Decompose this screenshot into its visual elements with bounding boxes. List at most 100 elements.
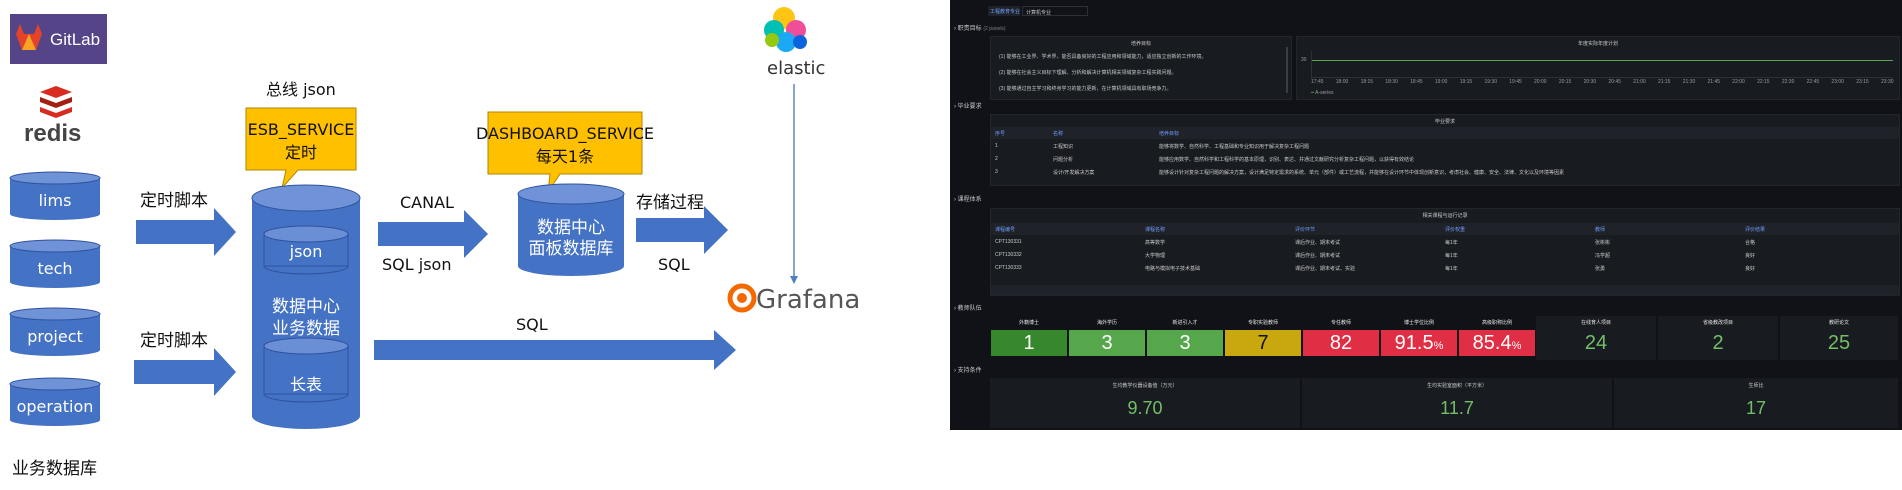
arrow-canal: CANAL SQL json [378,193,488,274]
db-label: tech [37,259,72,278]
col-header[interactable]: 课程名称 [1145,226,1165,233]
callout-line: ESB_SERVICE [248,120,355,140]
legend[interactable]: ━ A-series [1311,90,1333,96]
stat-label: 海外学历 [1096,320,1117,326]
x-tick: 20:30 [1583,79,1597,85]
stat-lab-area[interactable]: 生均实验室面积（平方米） 11.7 [1302,378,1612,428]
section-grad-header[interactable]: › 毕业要求 [954,101,982,110]
col-header[interactable]: 评价结果 [1745,226,1765,233]
stat-unit: % [1433,340,1444,352]
x-tick: 18:30 [1385,79,1398,85]
x-tick: 20:15 [1558,79,1572,85]
x-tick: 22:45 [1806,79,1820,85]
elastic-connector-head [790,276,798,284]
db-label: lims [39,191,72,210]
goal-item: (3) 能够通过自主学习和终身学习的能力更新，在计算机领域具有职场竞争力。 [999,86,1172,92]
cell: 大学物理 [1145,253,1166,259]
cell: 课后作业、期末考试 [1295,253,1341,259]
cell: 课后作业、期末考试、实验 [1295,266,1356,272]
filter-label: 工程教育专业 [988,6,1020,16]
cell: 1 [995,143,998,149]
stat-phd-ratio[interactable]: 91.5% 博士学位比例 [1380,316,1458,360]
teacher-stats: 1 外籍博士 3 海外学历 3 新进引入才 7 专职实验教师 82 专任教师 91.5% 博… [990,316,1898,360]
arrow-label: 定时脚本 [140,191,208,211]
stat-value: 1 [991,330,1067,356]
cell: 张彬彬 [1595,240,1611,246]
table-scrollbar[interactable] [991,285,1899,295]
section-goals-header[interactable]: › 职责目标 (2 panels) [954,23,1006,32]
stat-lab-teachers[interactable]: 7 专职实验教师 [1224,316,1302,360]
x-axis-ticks: 17:45 18:00 18:15 18:30 18:45 19:00 19:15 19:30… [1311,79,1894,87]
col-header[interactable]: 名称 [1053,130,1063,137]
section-support-header[interactable]: › 支持条件 [954,365,982,374]
stat-value: 85.4% [1459,330,1535,356]
stat-senior-ratio[interactable]: 85.4% 高级职称比例 [1458,316,1536,360]
col-header[interactable]: 评价权重 [1445,226,1465,233]
panel-title: 培养目标 [1130,41,1151,47]
callout-line: 定时 [285,143,317,162]
cell: 合格 [1745,240,1756,246]
grafana-dashboard: 工程教育专业 计算机专业 › 职责目标 (2 panels) 培养目标 (1) … [950,0,1902,430]
filter-select[interactable]: 计算机专业 [1022,6,1088,16]
section-teachers-header[interactable]: › 教师队伍 [954,303,982,312]
table-header: 课程编号 课程名称 评价环节 评价权重 教师 评价结果 [991,223,1899,235]
table-row: 2 问题分析 能够应用数学、自然科学和工程科学的基本原理，识别、表达、并通过文献… [991,153,1899,165]
stat-value: 2 [1659,330,1777,356]
col-header[interactable]: 培养目标 [1159,130,1179,137]
stat-label: 专任教师 [1330,320,1351,326]
x-tick: 19:45 [1509,79,1522,85]
redis-logo: redis [24,86,81,147]
center-db-line1: 数据中心 [272,297,340,317]
col-header[interactable]: 评价环节 [1295,226,1315,233]
x-tick: 18:00 [1335,79,1349,85]
stat-label: 专职实验教师 [1247,320,1278,326]
stat-value: 7 [1225,330,1301,356]
cell: 良好 [1745,266,1756,272]
stat-equipment-value[interactable]: 生均教学仪器设备值（万元） 9.70 [990,378,1300,428]
col-header[interactable]: 序号 [995,130,1005,137]
stat-label: 新进引入才 [1172,320,1198,326]
table-header: 序号 名称 培养目标 [991,127,1899,139]
stat-student-teacher-ratio[interactable]: 生师比 17 [1614,378,1898,428]
grad-req-panel: 毕业要求 序号 名称 培养目标 1 工程知识 能够将数学、自然科学、工程基础和专… [990,114,1900,186]
stat-number: 85.4 [1472,331,1512,354]
cell: 课后作业、期末考试 [1295,240,1341,246]
cell: CPT130331 [995,239,1022,245]
inner-longtable-label: 长表 [290,375,322,394]
stat-value: 17 [1745,398,1767,418]
stat-foreign-phd[interactable]: 1 外籍博士 [990,316,1068,360]
panel-scrollbar[interactable] [1286,47,1288,93]
timeseries-panel: 年度实际年度计划 30 17:45 18:00 18:15 18:30 18:45 19:… [1296,36,1900,100]
cell: CPT130333 [995,265,1022,271]
stat-reform-projects[interactable]: 2 省级教改项目 [1658,316,1778,360]
cell: 设计/开发解决方案 [1053,170,1095,176]
stat-value: 3 [1147,330,1223,356]
arrow-sql-long: SQL [374,315,736,370]
db-label: project [27,327,83,346]
x-tick: 19:00 [1434,79,1448,85]
stat-value: 82 [1303,330,1379,356]
cell: 能够设计针对复杂工程问题的解决方案，设计满足特定需求的系统、单元（部件）或工艺流… [1159,170,1565,176]
x-tick: 23:00 [1831,79,1844,85]
x-tick: 18:45 [1410,79,1423,85]
arrow-label: SQL [658,255,690,274]
stat-number: 2 [1712,331,1724,354]
section-course-header[interactable]: › 课程体系 [954,194,982,203]
stat-label: 在线育人项目 [1580,320,1611,326]
cell: 每1年 [1445,240,1458,246]
stat-new-hires[interactable]: 3 新进引入才 [1146,316,1224,360]
stat-online-projects[interactable]: 24 在线育人项目 [1536,316,1656,360]
callout-line: 每天1条 [536,147,594,166]
col-header[interactable]: 课程编号 [995,226,1015,233]
cell: 每1年 [1445,266,1458,272]
stat-full-time[interactable]: 82 专任教师 [1302,316,1380,360]
stat-unit: % [1511,340,1522,352]
col-header[interactable]: 教师 [1595,226,1605,233]
stat-overseas[interactable]: 3 海外学历 [1068,316,1146,360]
stat-papers[interactable]: 25 教研论文 [1780,316,1898,360]
architecture-diagram: GitLab redis lims tech project operation… [9,7,860,479]
x-tick: 21:30 [1682,79,1696,85]
stat-value: 3 [1069,330,1145,356]
datacenter-panel-db: 数据中心 面板数据库 [517,183,625,276]
stat-number: 25 [1827,331,1851,354]
